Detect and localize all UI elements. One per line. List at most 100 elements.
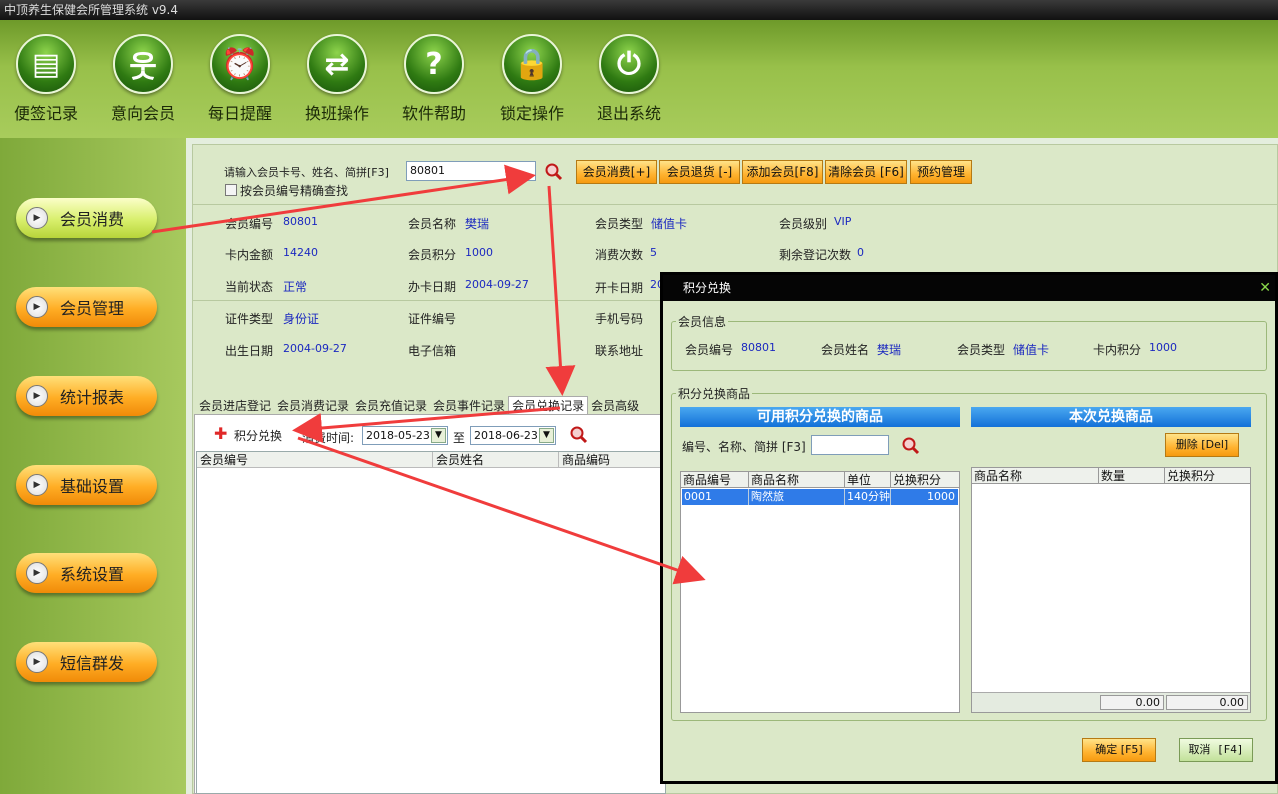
member-consume-button[interactable]: 会员消费[+] xyxy=(576,160,657,184)
tab-advanced[interactable]: 会员高级 xyxy=(588,397,642,415)
cancel-button[interactable]: 取消 [F4] xyxy=(1179,738,1253,762)
play-icon: ▶ xyxy=(26,651,48,673)
tab-exchange[interactable]: 会员兑换记录 xyxy=(508,396,589,415)
toolbar-lock-button[interactable]: 🔒 锁定操作 xyxy=(487,34,577,124)
available-goods-title: 可用积分兑换的商品 xyxy=(680,407,960,427)
status-label: 当前状态 xyxy=(225,280,274,294)
issue-date-label: 办卡日期 xyxy=(408,280,457,294)
toolbar-shift-button[interactable]: ⇄ 换班操作 xyxy=(292,34,382,124)
column-header: 商品名称 xyxy=(749,472,845,488)
balance-label: 卡内金额 xyxy=(225,248,274,262)
delete-button[interactable]: 删除 [Del] xyxy=(1165,433,1239,457)
id-type-value: 身份证 xyxy=(283,312,320,326)
goods-search-label: 编号、名称、简拼 [F3] xyxy=(682,440,806,454)
exact-search-label: 按会员编号精确查找 xyxy=(240,184,349,198)
tab-events[interactable]: 会员事件记录 xyxy=(430,397,508,415)
dialog-name-value: 樊瑞 xyxy=(877,343,902,357)
member-id-value: 80801 xyxy=(283,215,318,228)
points-exchange-button[interactable]: 积分兑换 xyxy=(234,427,282,444)
toolbar-prospect-button[interactable]: 웃 意向会员 xyxy=(98,34,188,124)
list-header: 商品编号 商品名称 单位 兑换积分 xyxy=(681,472,959,488)
play-icon: ▶ xyxy=(26,474,48,496)
tab-checkin[interactable]: 会员进店登记 xyxy=(196,397,274,415)
window-title: 中顶养生保健会所管理系统 v9.4 xyxy=(0,0,1278,20)
consume-time-label: 消费时间: xyxy=(302,431,355,445)
member-name-label: 会员名称 xyxy=(408,217,457,231)
exchange-record-grid: 会员编号 会员姓名 商品编码 xyxy=(196,451,666,794)
list-header: 商品名称 数量 兑换积分 xyxy=(972,468,1250,484)
toolbar-label: 软件帮助 xyxy=(401,104,466,123)
sidebar-item-sms[interactable]: ▶ 短信群发 xyxy=(16,642,157,682)
group-label: 会员信息 xyxy=(676,313,729,330)
balance-value: 14240 xyxy=(283,246,318,259)
id-type-label: 证件类型 xyxy=(225,312,274,326)
tab-consume[interactable]: 会员消费记录 xyxy=(274,397,352,415)
visits-value: 5 xyxy=(650,246,657,259)
dialog-name-label: 会员姓名 xyxy=(821,343,870,357)
toolbar-note-button[interactable]: ▤ 便签记录 xyxy=(1,34,91,124)
sidebar: ▶ 会员消费 ▶ 会员管理 ▶ 统计报表 ▶ 基础设置 ▶ 系统设置 ▶ 短信群发 xyxy=(0,138,186,794)
toolbar-label: 意向会员 xyxy=(110,104,175,123)
sidebar-item-reports[interactable]: ▶ 统计报表 xyxy=(16,376,157,416)
column-header: 商品编码 xyxy=(562,453,611,467)
member-return-button[interactable]: 会员退货 [-] xyxy=(659,160,740,184)
sidebar-item-label: 统计报表 xyxy=(60,388,125,407)
sidebar-item-label: 系统设置 xyxy=(60,565,125,584)
chevron-down-icon[interactable]: ▼ xyxy=(431,428,446,443)
cell-unit: 140分钟 xyxy=(847,489,891,505)
dialog-id-value: 80801 xyxy=(741,341,776,354)
add-member-button[interactable]: 添加会员[F8] xyxy=(742,160,823,184)
appointment-button[interactable]: 预约管理 xyxy=(910,160,972,184)
grid-header: 会员编号 会员姓名 商品编码 xyxy=(197,452,665,468)
list-item[interactable]: 0001 陶然旅 140分钟 1000 xyxy=(682,489,958,505)
swap-arrows-icon: ⇄ xyxy=(324,46,350,82)
dialog-type-label: 会员类型 xyxy=(957,343,1006,357)
search-icon[interactable] xyxy=(902,437,920,455)
search-icon[interactable] xyxy=(545,163,563,181)
divider xyxy=(192,300,662,301)
alarm-clock-icon: ⏰ xyxy=(221,46,259,82)
column-header: 会员编号 xyxy=(197,452,433,468)
toolbar-label: 便签记录 xyxy=(13,104,78,123)
sidebar-item-system-settings[interactable]: ▶ 系统设置 xyxy=(16,553,157,593)
member-info-group: 会员信息 会员编号 80801 会员姓名 樊瑞 会员类型 储值卡 卡内积分 10… xyxy=(671,313,1267,371)
toolbar-help-button[interactable]: ? 软件帮助 xyxy=(389,34,479,124)
confirm-button[interactable]: 确定 [F5] xyxy=(1082,738,1156,762)
tab-recharge[interactable]: 会员充值记录 xyxy=(352,397,430,415)
sidebar-item-member-manage[interactable]: ▶ 会员管理 xyxy=(16,287,157,327)
member-level-value: VIP xyxy=(834,215,852,228)
toolbar-reminder-button[interactable]: ⏰ 每日提醒 xyxy=(195,34,285,124)
member-type-value: 储值卡 xyxy=(651,217,688,231)
status-value: 正常 xyxy=(283,280,308,294)
chevron-down-icon[interactable]: ▼ xyxy=(539,428,554,443)
birth-value: 2004-09-27 xyxy=(283,342,347,355)
open-date-label: 开卡日期 xyxy=(595,281,644,295)
search-icon[interactable] xyxy=(570,426,588,444)
remain-value: 0 xyxy=(857,246,864,259)
dialog-points-value: 1000 xyxy=(1149,341,1177,354)
member-level-label: 会员级别 xyxy=(779,217,828,231)
email-label: 电子信箱 xyxy=(408,344,457,358)
sidebar-item-label: 短信群发 xyxy=(60,654,125,673)
exact-search-checkbox[interactable] xyxy=(225,184,237,196)
totals-row: 0.00 0.00 xyxy=(972,692,1250,712)
sidebar-item-member-consume[interactable]: ▶ 会员消费 xyxy=(16,198,157,238)
search-input[interactable]: 80801 xyxy=(406,161,536,181)
goods-search-input[interactable] xyxy=(811,435,889,455)
help-icon: ? xyxy=(425,46,443,82)
sidebar-item-label: 会员消费 xyxy=(60,210,125,229)
sidebar-item-basic-settings[interactable]: ▶ 基础设置 xyxy=(16,465,157,505)
column-header: 数量 xyxy=(1099,468,1165,484)
close-icon[interactable]: ✕ xyxy=(1259,280,1271,296)
toolbar-label: 退出系统 xyxy=(596,104,661,123)
column-header: 商品编号 xyxy=(681,472,749,488)
power-icon: ⏻ xyxy=(617,46,641,82)
toolbar-exit-button[interactable]: ⏻ 退出系统 xyxy=(584,34,674,124)
current-goods-title: 本次兑换商品 xyxy=(971,407,1251,427)
toolbar-label: 每日提醒 xyxy=(207,104,272,123)
points-value: 1000 xyxy=(465,246,493,259)
top-toolbar: ▤ 便签记录 웃 意向会员 ⏰ 每日提醒 ⇄ 换班操作 ? 软件帮助 🔒 锁定操作 ⏻ 退出系… xyxy=(0,20,1278,138)
note-icon: ▤ xyxy=(31,46,61,82)
play-icon: ▶ xyxy=(26,296,48,318)
clear-member-button[interactable]: 清除会员 [F6] xyxy=(825,160,907,184)
